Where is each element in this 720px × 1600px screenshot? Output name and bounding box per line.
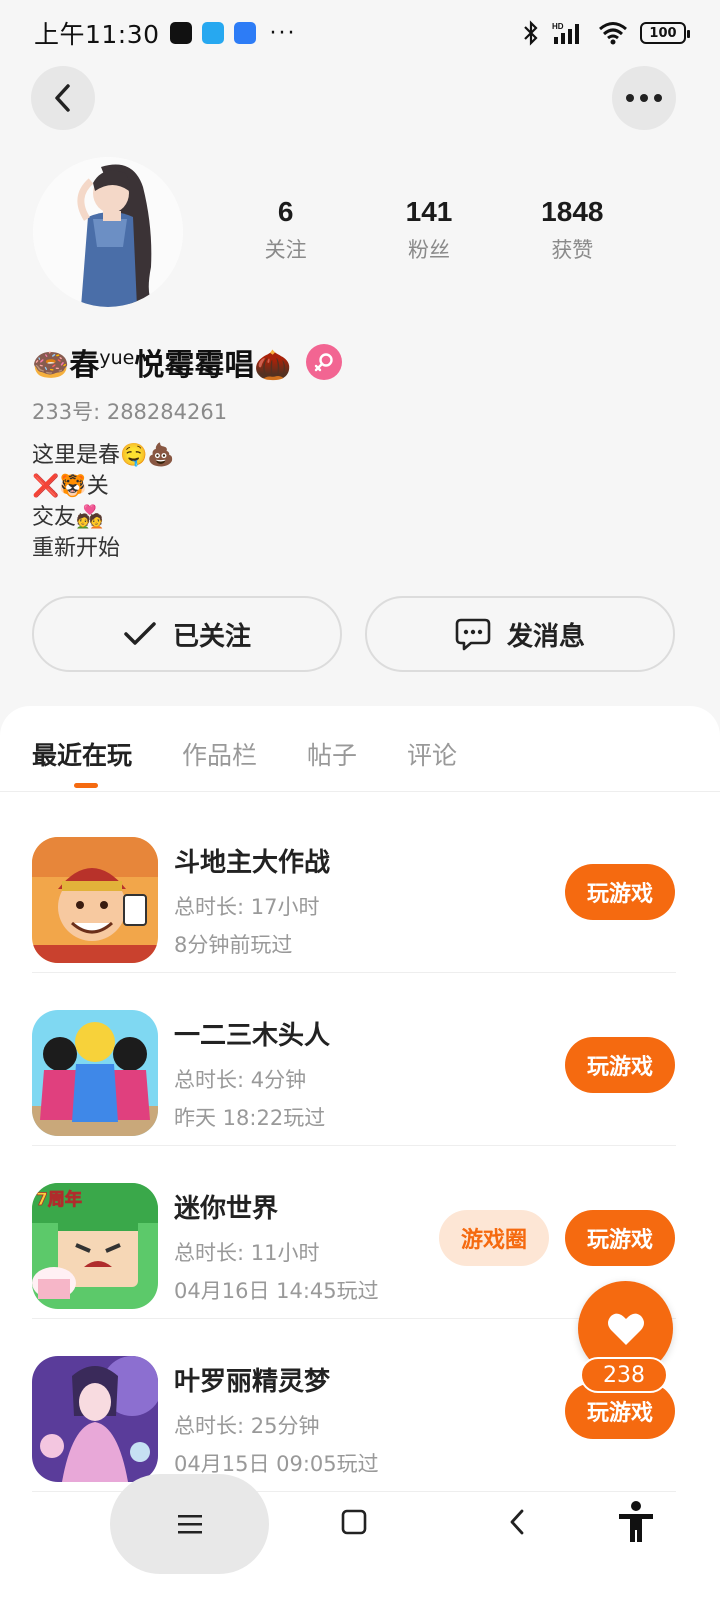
game-duration: 总时长: 4分钟 bbox=[174, 1068, 307, 1092]
bio-line: 这里是春🤤💩 bbox=[32, 443, 175, 468]
game-last-played: 昨天 18:22玩过 bbox=[174, 1106, 326, 1130]
bio-line: 交友💑 bbox=[32, 505, 104, 530]
game-title: 斗地主大作战 bbox=[174, 848, 331, 878]
like-count: 238 bbox=[580, 1357, 668, 1393]
battery-indicator: 100 bbox=[640, 22, 690, 44]
heart-icon bbox=[607, 1313, 644, 1345]
home-button[interactable] bbox=[334, 1502, 374, 1542]
signal-icon: HD bbox=[552, 22, 579, 44]
svg-text:HD: HD bbox=[552, 22, 564, 31]
game-last-played: 8分钟前玩过 bbox=[174, 933, 293, 957]
likes-count: 1848 bbox=[541, 196, 604, 227]
username-suffix: 悦霉霉唱🌰 bbox=[134, 348, 292, 383]
checkmark-icon bbox=[124, 622, 156, 645]
profile-tabs: 最近在玩 作品栏 帖子 评论 bbox=[32, 736, 457, 788]
game-list-item[interactable]: 斗地主大作战 总时长: 17小时 8分钟前玩过 玩游戏 bbox=[0, 800, 720, 973]
profile-stats: 6 关注 141 粉丝 1848 获赞 bbox=[214, 196, 644, 264]
following-count: 6 bbox=[277, 196, 294, 227]
following-stat[interactable]: 6 关注 bbox=[214, 196, 357, 264]
accessibility-button[interactable] bbox=[614, 1498, 658, 1546]
play-game-button[interactable]: 玩游戏 bbox=[565, 1210, 675, 1266]
chevron-left-icon bbox=[55, 84, 70, 112]
menu-icon bbox=[178, 1515, 202, 1534]
game-list-item[interactable]: 一二三木头人 总时长: 4分钟 昨天 18:22玩过 玩游戏 bbox=[0, 973, 720, 1146]
bio: 这里是春🤤💩 ❌🐯关 交友💑 重新开始 bbox=[32, 440, 175, 564]
square-icon bbox=[341, 1509, 367, 1535]
game-icon-mini-world: 7周年 bbox=[32, 1183, 158, 1309]
play-game-button[interactable]: 玩游戏 bbox=[565, 864, 675, 920]
female-icon bbox=[305, 344, 342, 380]
game-icon-doudizhu bbox=[32, 837, 158, 963]
game-duration: 总时长: 17小时 bbox=[174, 895, 320, 919]
following-label: 关注 bbox=[264, 238, 307, 262]
app-icon bbox=[201, 22, 224, 44]
game-duration: 总时长: 25分钟 bbox=[174, 1414, 320, 1438]
back-button[interactable] bbox=[31, 66, 95, 130]
game-info: 迷你世界 总时长: 11小时 04月16日 14:45玩过 bbox=[174, 1188, 379, 1305]
followed-button[interactable]: 已关注 bbox=[32, 596, 342, 672]
tab-comments[interactable]: 评论 bbox=[407, 736, 457, 772]
anniversary-badge: 7周年 bbox=[36, 1189, 82, 1210]
content-panel: 最近在玩 作品栏 帖子 评论 斗地主大作战 总时长: 17小时 8分钟前玩过 玩… bbox=[0, 706, 720, 1600]
game-title: 叶罗丽精灵梦 bbox=[174, 1367, 331, 1397]
more-options-button[interactable] bbox=[612, 66, 676, 130]
ellipsis-icon bbox=[626, 94, 662, 102]
message-label: 发消息 bbox=[506, 621, 585, 652]
user-id: 233号: 288284261 bbox=[32, 400, 228, 424]
accessibility-icon bbox=[619, 1501, 653, 1542]
menu-button[interactable] bbox=[170, 1504, 210, 1544]
likes-label: 获赞 bbox=[551, 238, 594, 262]
avatar[interactable] bbox=[33, 157, 183, 307]
play-game-button[interactable]: 玩游戏 bbox=[565, 1037, 675, 1093]
username-prefix: 🍩春 bbox=[32, 348, 100, 383]
username-sup: yue bbox=[99, 347, 135, 369]
status-time: 上午11:30 bbox=[34, 20, 160, 49]
followed-label: 已关注 bbox=[172, 621, 251, 652]
game-circle-button[interactable]: 游戏圈 bbox=[439, 1210, 549, 1266]
followers-label: 粉丝 bbox=[407, 238, 450, 262]
bio-line: 重新开始 bbox=[32, 536, 121, 561]
bluetooth-icon bbox=[524, 20, 538, 46]
avatar-illustration bbox=[33, 157, 183, 307]
game-info: 一二三木头人 总时长: 4分钟 昨天 18:22玩过 bbox=[174, 1015, 330, 1132]
followers-count: 141 bbox=[405, 196, 453, 227]
game-info: 叶罗丽精灵梦 总时长: 25分钟 04月15日 09:05玩过 bbox=[174, 1361, 379, 1478]
tab-posts[interactable]: 帖子 bbox=[307, 736, 357, 772]
more-notifications-icon: ··· bbox=[269, 20, 297, 46]
mirror-icon bbox=[233, 22, 256, 44]
chevron-left-icon bbox=[510, 1509, 524, 1535]
tab-recently-played[interactable]: 最近在玩 bbox=[32, 736, 132, 788]
game-info: 斗地主大作战 总时长: 17小时 8分钟前玩过 bbox=[174, 842, 330, 959]
send-message-button[interactable]: 发消息 bbox=[365, 596, 675, 672]
game-last-played: 04月16日 14:45玩过 bbox=[174, 1279, 379, 1303]
wifi-icon bbox=[599, 22, 627, 45]
game-title: 迷你世界 bbox=[174, 1194, 279, 1224]
system-back-button[interactable] bbox=[497, 1502, 537, 1542]
bio-line: ❌🐯关 bbox=[32, 474, 109, 499]
followers-stat[interactable]: 141 粉丝 bbox=[357, 196, 500, 264]
system-nav-bar bbox=[0, 1474, 720, 1600]
tab-works[interactable]: 作品栏 bbox=[182, 736, 257, 772]
game-duration: 总时长: 11小时 bbox=[174, 1241, 320, 1265]
tabs-divider bbox=[0, 791, 720, 792]
status-bar: 上午11:30 ··· HD 100 bbox=[0, 0, 720, 66]
username-row: 🍩春yue悦霉霉唱🌰 bbox=[32, 340, 342, 384]
game-icon-yeluoli bbox=[32, 1356, 158, 1482]
game-title: 一二三木头人 bbox=[174, 1021, 331, 1051]
username: 🍩春yue悦霉霉唱🌰 bbox=[32, 340, 292, 384]
tiktok-icon bbox=[169, 22, 192, 44]
chat-bubble-icon bbox=[455, 618, 491, 651]
likes-stat[interactable]: 1848 获赞 bbox=[501, 196, 644, 264]
game-icon-muotouren bbox=[32, 1010, 158, 1136]
